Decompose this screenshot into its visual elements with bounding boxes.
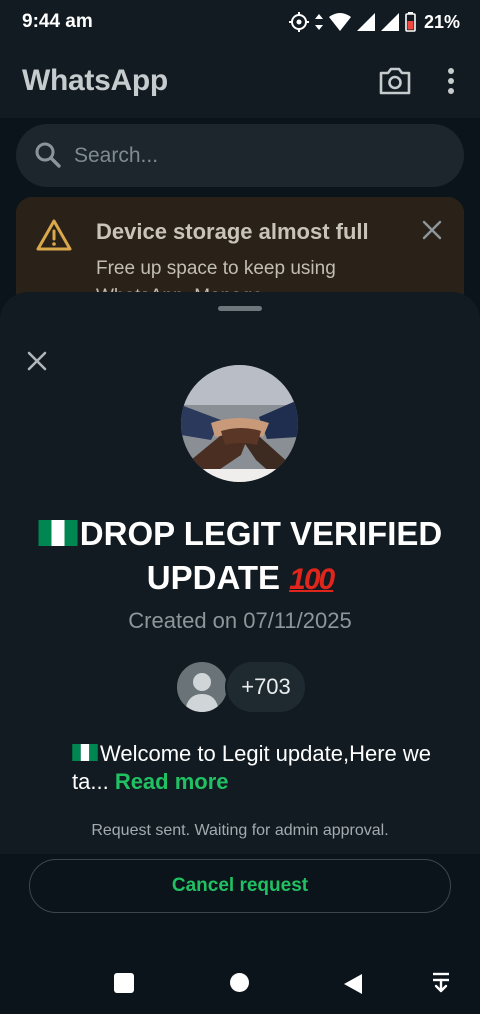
nigeria-flag-icon: [38, 520, 78, 546]
status-bar: 9:44 am 21%: [0, 0, 480, 44]
member-count-badge: +703: [225, 660, 307, 714]
group-name-line2: UPDATE: [146, 559, 280, 596]
group-photo-hands: [181, 365, 298, 482]
camera-icon: [379, 67, 411, 95]
recents-nav-button[interactable]: [114, 973, 134, 993]
location-target-icon: [288, 12, 309, 32]
group-description: Welcome to Legit update,Here we ta... Re…: [72, 740, 442, 796]
drag-handle[interactable]: [218, 306, 262, 311]
avatar: [175, 660, 229, 714]
signal-icon-2: [380, 13, 399, 31]
search-input[interactable]: Search...: [74, 124, 158, 187]
read-more-link[interactable]: Read more: [115, 769, 229, 794]
group-name-line1: DROP LEGIT VERIFIED: [79, 515, 443, 552]
app-title: WhatsApp: [22, 64, 168, 97]
system-nav-bar: [0, 964, 480, 1014]
search-icon: [35, 142, 61, 168]
request-status-text: Request sent. Waiting for admin approval…: [91, 822, 389, 839]
overflow-menu-icon: [448, 68, 454, 94]
status-icons: 21%: [288, 10, 460, 34]
app-bar: WhatsApp: [0, 44, 480, 118]
camera-button[interactable]: [378, 66, 412, 96]
close-icon[interactable]: [420, 218, 444, 242]
battery-icon: [405, 12, 416, 32]
battery-percent: 21%: [423, 11, 460, 32]
group-avatar: [181, 365, 298, 482]
notification-pulldown-icon[interactable]: [431, 972, 451, 994]
back-nav-button[interactable]: [343, 973, 363, 995]
search-bar[interactable]: Search...: [16, 124, 464, 187]
data-arrows-icon: [314, 14, 323, 30]
bottom-action-area: Cancel request: [0, 854, 480, 1014]
hundred-points-emoji: 100: [289, 563, 335, 596]
signal-icon: [356, 13, 375, 31]
default-avatar-icon: [185, 673, 219, 712]
overflow-menu-button[interactable]: [440, 66, 462, 96]
group-name: DROP LEGIT VERIFIED UPDATE 100: [20, 512, 460, 602]
banner-title: Device storage almost full: [96, 219, 369, 244]
home-nav-button[interactable]: [230, 973, 249, 992]
members-preview[interactable]: +703: [175, 660, 309, 716]
nigeria-flag-icon: [72, 744, 98, 761]
status-time: 9:44 am: [22, 11, 93, 32]
cancel-request-button[interactable]: Cancel request: [29, 859, 451, 913]
warning-icon: [36, 219, 72, 251]
close-icon[interactable]: [25, 349, 49, 373]
created-date: Created on 07/11/2025: [128, 608, 352, 633]
wifi-icon: [328, 13, 351, 31]
